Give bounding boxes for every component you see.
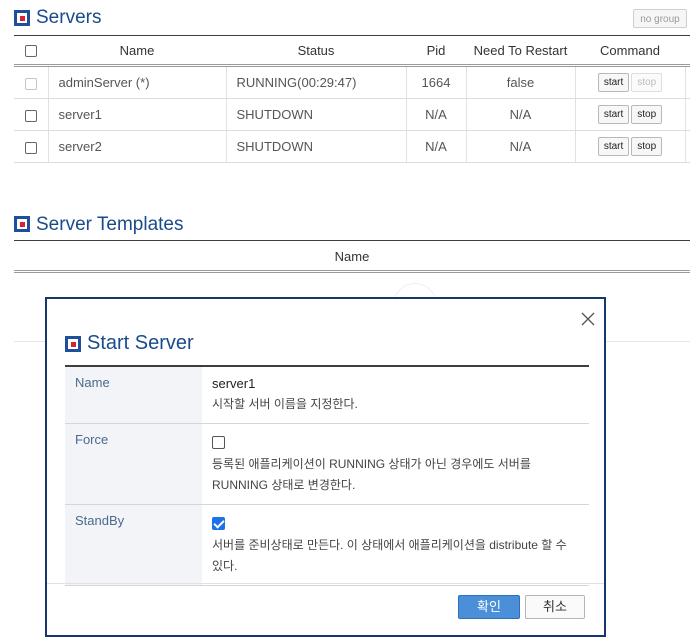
col-command: Command	[575, 35, 685, 67]
field-value-cell: server1 시작할 서버 이름을 지정한다.	[202, 366, 589, 424]
field-label: StandBy	[65, 504, 202, 586]
field-description: 서버를 준비상태로 만든다. 이 상태에서 애플리케이션을 distribute…	[212, 538, 567, 573]
col-spacer	[685, 35, 690, 67]
command-cell: start stop	[574, 130, 685, 163]
divider	[606, 341, 690, 342]
field-label: Force	[65, 423, 202, 505]
row-checkbox[interactable]	[24, 109, 37, 122]
form-row-name: Name server1 시작할 서버 이름을 지정한다.	[65, 366, 589, 424]
row-select-cell	[14, 130, 48, 163]
table-row: server2 SHUTDOWN N/A N/A start stop	[14, 130, 690, 163]
command-cell: start stop	[574, 98, 685, 131]
row-checkbox	[24, 77, 37, 90]
cancel-button[interactable]: 취소	[525, 595, 585, 619]
servers-section-icon	[14, 10, 30, 26]
select-all-cell	[14, 35, 48, 67]
dialog-title-icon	[65, 336, 81, 352]
command-cell: start stop	[574, 65, 685, 99]
form-row-force: Force 등록된 애플리케이션이 RUNNING 상태가 아닌 경우에도 서버…	[65, 423, 589, 505]
server-need-restart: N/A	[465, 130, 575, 163]
server-status: SHUTDOWN	[225, 130, 406, 163]
start-button[interactable]: start	[597, 105, 630, 124]
divider	[14, 341, 48, 342]
confirm-button[interactable]: 확인	[458, 595, 520, 619]
field-value-cell: 등록된 애플리케이션이 RUNNING 상태가 아닌 경우에도 서버를 RUNN…	[202, 423, 589, 505]
spacer-cell	[684, 130, 690, 163]
field-value-cell: 서버를 준비상태로 만든다. 이 상태에서 애플리케이션을 distribute…	[202, 504, 589, 586]
server-pid: 1664	[405, 65, 466, 99]
server-status: RUNNING(00:29:47)	[225, 65, 406, 99]
servers-table: Name Status Pid Need To Restart Command …	[14, 35, 690, 163]
row-checkbox[interactable]	[24, 141, 37, 154]
servers-table-header: Name Status Pid Need To Restart Command	[14, 35, 690, 67]
force-checkbox[interactable]	[212, 436, 225, 449]
spacer-cell	[684, 65, 690, 99]
col-status: Status	[226, 35, 406, 67]
templates-section-icon	[14, 216, 30, 232]
table-row: server1 SHUTDOWN N/A N/A start stop	[14, 98, 690, 131]
stop-button[interactable]: stop	[631, 137, 663, 156]
start-server-form: Name server1 시작할 서버 이름을 지정한다. Force 등록된 …	[65, 365, 589, 586]
standby-checkbox[interactable]	[212, 517, 225, 530]
field-description: 시작할 서버 이름을 지정한다.	[212, 397, 358, 411]
templates-header-rule	[14, 270, 690, 273]
servers-title: Servers	[36, 7, 102, 28]
dialog-title: Start Server	[87, 332, 194, 354]
spacer-cell	[684, 98, 690, 131]
start-button[interactable]: start	[597, 73, 630, 92]
dialog-footer-divider	[47, 583, 604, 584]
table-row: adminServer (*) RUNNING(00:29:47) 1664 f…	[14, 65, 690, 99]
server-name-value: server1	[212, 376, 256, 391]
row-select-cell	[14, 98, 48, 131]
col-need-restart: Need To Restart	[466, 35, 575, 67]
server-pid: N/A	[405, 98, 466, 131]
server-name[interactable]: server1	[47, 98, 226, 131]
field-label: Name	[65, 366, 202, 424]
select-all-checkbox[interactable]	[25, 45, 37, 58]
col-pid: Pid	[406, 35, 466, 67]
row-select-cell	[14, 65, 48, 99]
start-button[interactable]: start	[597, 137, 630, 156]
server-need-restart: false	[465, 65, 575, 99]
server-status: SHUTDOWN	[225, 98, 406, 131]
close-icon[interactable]	[581, 312, 595, 326]
field-description: 등록된 애플리케이션이 RUNNING 상태가 아닌 경우에도 서버를 RUNN…	[212, 457, 531, 492]
stop-button[interactable]: stop	[631, 105, 663, 124]
start-server-dialog: Start Server Name server1 시작할 서버 이름을 지정한…	[45, 297, 606, 637]
server-name[interactable]: adminServer (*)	[47, 65, 226, 99]
server-name[interactable]: server2	[47, 130, 226, 163]
templates-col-name: Name	[334, 249, 370, 264]
templates-title: Server Templates	[36, 214, 184, 235]
server-pid: N/A	[405, 130, 466, 163]
no-group-button[interactable]: no group	[633, 9, 687, 28]
server-need-restart: N/A	[465, 98, 575, 131]
col-name: Name	[48, 35, 226, 67]
stop-button: stop	[631, 73, 663, 92]
templates-top-rule	[14, 240, 690, 241]
form-row-standby: StandBy 서버를 준비상태로 만든다. 이 상태에서 애플리케이션을 di…	[65, 504, 589, 586]
